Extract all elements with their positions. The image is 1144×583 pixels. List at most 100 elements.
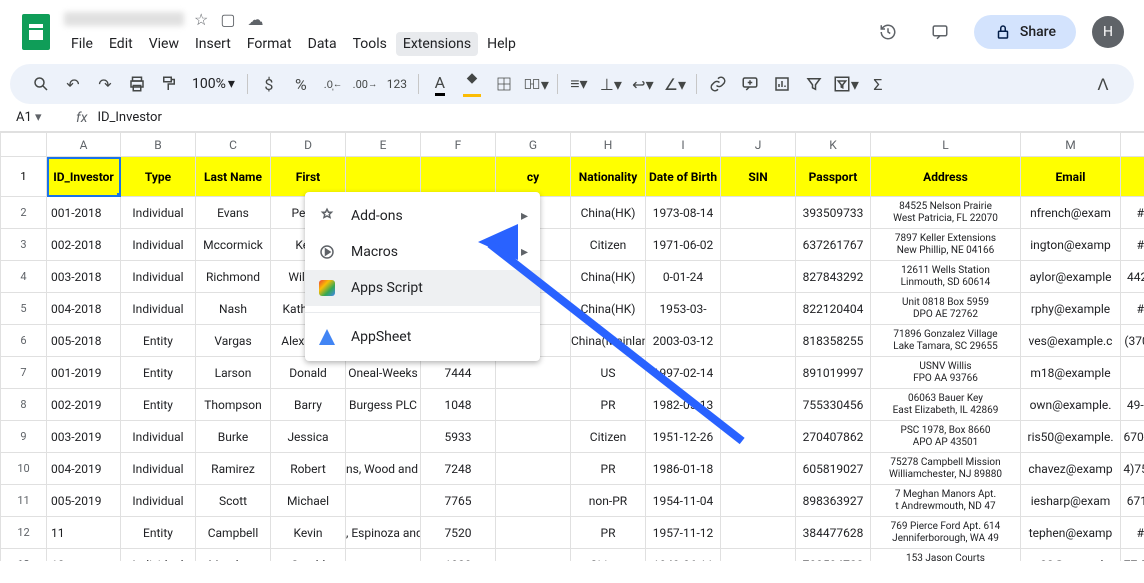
more-formats[interactable]: 123 [382,69,412,99]
name-box[interactable]: A1 ▾ [16,110,66,125]
cell[interactable]: Mendoza [196,549,271,562]
cell[interactable]: 1982-05-13 [646,389,721,421]
cell[interactable] [721,485,796,517]
cell[interactable]: 06063 Bauer KeyEast Elizabeth, IL 42869 [871,389,1021,421]
cell[interactable]: own@example. [1021,389,1121,421]
header-cell[interactable]: Phone [1121,157,1144,197]
move-icon[interactable]: ▢ [220,10,235,29]
doc-title[interactable] [64,12,184,26]
col-header-A[interactable]: A [47,133,121,157]
cell[interactable]: 393509733 [796,197,871,229]
cell[interactable]: chavez@examp [1021,453,1121,485]
row-header[interactable]: 13 [1,549,47,562]
zoom-select[interactable]: 100% ▾ [186,76,241,92]
cell[interactable]: Entity [121,357,196,389]
rotate-icon[interactable]: ∠▾ [660,69,690,99]
cell[interactable]: ves@example.c [1021,325,1121,357]
col-header-C[interactable]: C [196,133,271,157]
col-header-E[interactable]: E [346,133,421,157]
col-header-H[interactable]: H [571,133,646,157]
cell[interactable]: Donald [271,357,346,389]
cell[interactable]: China(HK) [571,261,646,293]
cell[interactable]: 153 Jason CourtsNorth Kristy, NC 33500 [871,549,1021,562]
menu-apps-script[interactable]: Apps Script [305,270,540,306]
cell[interactable]: aylor@example [1021,261,1121,293]
cell[interactable]: 005-2019 [47,485,121,517]
cell[interactable]: 1971-06-02 [646,229,721,261]
col-header-J[interactable]: J [721,133,796,157]
cell[interactable]: Entity [121,517,196,549]
undo-icon[interactable]: ↶ [58,69,88,99]
comment-icon[interactable] [735,69,765,99]
cell[interactable]: PSC 1978, Box 8660APO AP 43501 [871,421,1021,453]
header-cell[interactable] [421,157,496,197]
cell[interactable]: 1997-02-14 [646,357,721,389]
cell[interactable]: #ERROR! [1121,293,1144,325]
cell[interactable]: 7248 [421,453,496,485]
decrease-decimal[interactable]: .0̩← [318,69,348,99]
cell[interactable]: Jessica [271,421,346,453]
cell[interactable]: 755330456 [796,389,871,421]
cell[interactable] [346,421,421,453]
cell[interactable]: Individual [121,229,196,261]
borders-icon[interactable] [489,69,519,99]
header-cell[interactable] [346,157,421,197]
header-cell[interactable]: Address [871,157,1021,197]
cell[interactable]: China(Mainland) [571,325,646,357]
percent-format[interactable]: % [286,69,316,99]
fill-color[interactable] [457,69,487,99]
cell[interactable]: 1973-08-14 [646,197,721,229]
cell[interactable]: 004-2018 [47,293,121,325]
cell[interactable]: 270407862 [796,421,871,453]
cell[interactable] [496,485,571,517]
cell[interactable]: Citizen [571,421,646,453]
cell[interactable]: 12 [47,549,121,562]
col-header-L[interactable]: L [871,133,1021,157]
row-header[interactable]: 6 [1,325,47,357]
cell[interactable] [496,549,571,562]
cell[interactable]: 001-2018 [47,197,121,229]
menu-extensions[interactable]: Extensions [396,32,478,56]
cell[interactable]: 1949-06-11 [646,549,721,562]
cell[interactable]: Nash [196,293,271,325]
cell[interactable]: 84525 Nelson PrairieWest Patricia, FL 22… [871,197,1021,229]
font-color[interactable]: A [425,69,455,99]
cell[interactable]: 605819027 [796,453,871,485]
cell[interactable]: Mccormick [196,229,271,261]
cell[interactable] [721,549,796,562]
cell[interactable] [721,197,796,229]
v-align-icon[interactable]: ⊥▾ [596,69,626,99]
header-cell[interactable]: Passport [796,157,871,197]
cell[interactable]: Individual [121,549,196,562]
cell[interactable]: 6712611958 [1121,485,1144,517]
menu-appsheet[interactable]: AppSheet [305,319,540,355]
cell[interactable]: non-PR [571,485,646,517]
cell[interactable]: 1954-11-04 [646,485,721,517]
cell[interactable]: #ERROR! [1121,517,1144,549]
cell[interactable]: PR [571,453,646,485]
col-header-F[interactable]: F [421,133,496,157]
cell[interactable]: 898363927 [796,485,871,517]
cell[interactable] [721,389,796,421]
cell[interactable]: 002-2019 [47,389,121,421]
paint-format-icon[interactable] [154,69,184,99]
cell[interactable]: 1048 [421,389,496,421]
cell[interactable]: 827843292 [796,261,871,293]
row-header[interactable]: 8 [1,389,47,421]
col-header-M[interactable]: M [1021,133,1121,157]
cell[interactable]: 703594788 [796,549,871,562]
menu-format[interactable]: Format [240,32,299,56]
history-icon[interactable] [870,14,906,50]
cell[interactable]: 2003-03-12 [646,325,721,357]
cell[interactable]: 7765 [421,485,496,517]
menu-insert[interactable]: Insert [188,32,238,56]
cell[interactable] [496,389,571,421]
cell[interactable]: Citizen [571,229,646,261]
cell[interactable]: Entity [121,325,196,357]
row-header[interactable]: 5 [1,293,47,325]
cell[interactable]: ris50@example. [1021,421,1121,453]
cell[interactable]: 891019997 [796,357,871,389]
cell[interactable]: 7 Meghan Manors Apt.t Andrewmouth, ND 47 [871,485,1021,517]
row-header[interactable]: 7 [1,357,47,389]
chart-icon[interactable] [767,69,797,99]
